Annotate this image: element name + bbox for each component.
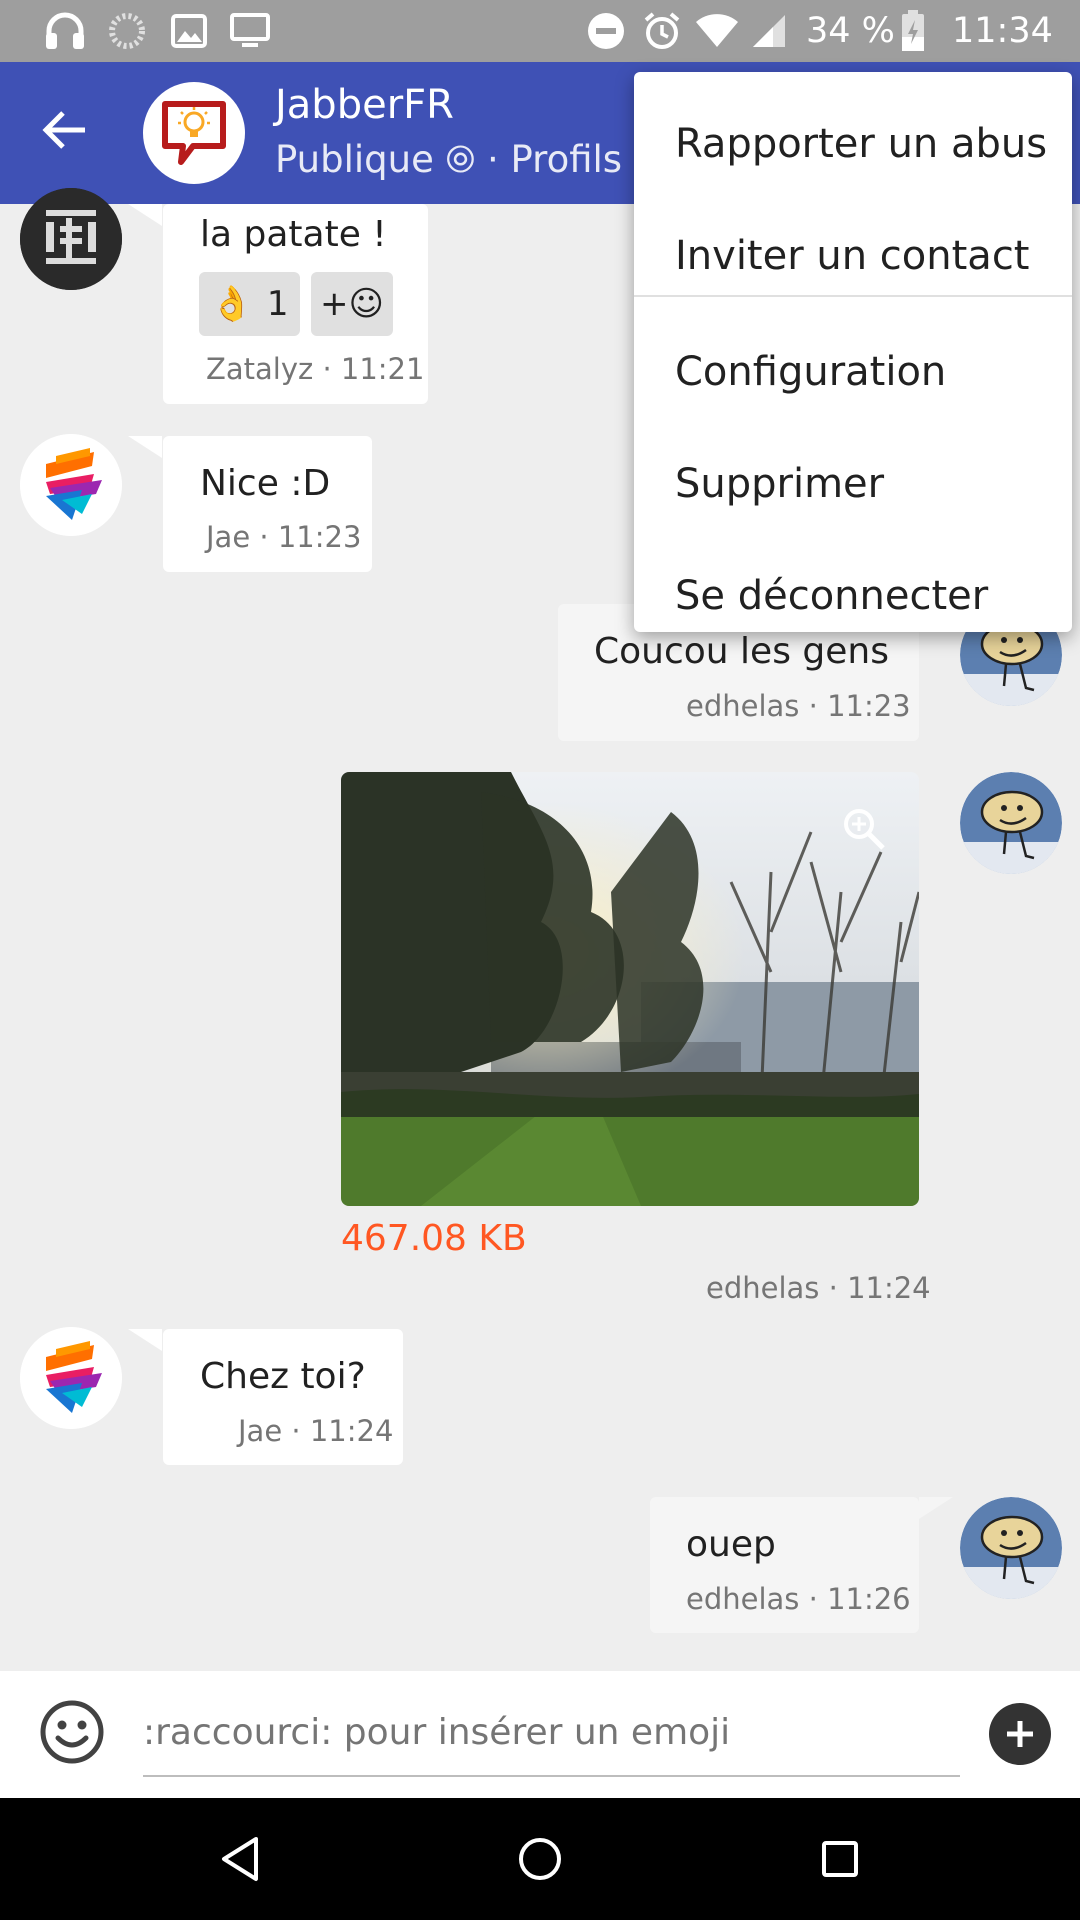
nav-home-button[interactable] [500, 1819, 580, 1899]
avatar-jae[interactable] [20, 1327, 122, 1429]
add-reaction-label: +☺ [320, 284, 384, 324]
message-text: la patate ! [200, 214, 387, 255]
avatar-edhelas[interactable] [960, 772, 1062, 874]
message-text: ouep [686, 1524, 776, 1565]
clock: 11:34 [952, 11, 1053, 51]
reaction-chip[interactable]: 👌 1 [199, 272, 300, 336]
bubble-tail [919, 1497, 953, 1519]
do-not-disturb-icon [585, 0, 627, 62]
message-text: Chez toi? [200, 1356, 366, 1397]
message-meta: Jae · 11:23 [206, 520, 362, 554]
message-input[interactable] [143, 1689, 960, 1777]
battery-icon [898, 0, 928, 62]
room-title: JabberFR [275, 82, 454, 128]
back-arrow-icon [41, 110, 87, 154]
signal-icon [748, 0, 790, 62]
ok-hand-emoji: 👌 [210, 284, 253, 324]
screen-cast-icon [225, 0, 275, 62]
bubble-tail [128, 436, 162, 458]
message-meta: edhelas · 11:24 [706, 1271, 931, 1305]
room-avatar[interactable] [143, 82, 245, 184]
menu-item-configuration[interactable]: Configuration [634, 317, 1072, 427]
message-meta: Zatalyz · 11:21 [206, 352, 425, 386]
room-subtitle: Publique ⦾ · Profils p [275, 138, 658, 181]
headphones-icon [40, 0, 90, 62]
message-meta: Jae · 11:24 [238, 1414, 394, 1448]
add-icon [1007, 1721, 1033, 1747]
bubble-tail [128, 1329, 162, 1351]
avatar-zatalyz[interactable] [20, 188, 122, 290]
zoom-icon[interactable] [841, 806, 887, 852]
room-logo-icon [162, 101, 226, 165]
add-reaction-button[interactable]: +☺ [311, 272, 393, 336]
loading-icon [105, 0, 149, 62]
battery-percentage: 34 % [806, 11, 895, 51]
bubble-tail [128, 204, 162, 226]
message-meta: edhelas · 11:26 [686, 1582, 911, 1616]
avatar-edhelas[interactable] [960, 1497, 1062, 1599]
nav-back-button[interactable] [200, 1819, 280, 1899]
menu-item-report-abuse[interactable]: Rapporter un abus [634, 89, 1072, 199]
file-size: 467.08 KB [341, 1218, 527, 1259]
shared-photo[interactable] [341, 772, 919, 1206]
add-attachment-button[interactable] [989, 1703, 1051, 1765]
emoji-icon [40, 1700, 104, 1764]
menu-item-delete[interactable]: Supprimer [634, 429, 1072, 539]
alarm-icon [640, 0, 684, 62]
message-composer [0, 1671, 1080, 1798]
status-bar: 34 % 11:34 [0, 0, 1080, 62]
message-text: Nice :D [200, 463, 331, 504]
message-meta: edhelas · 11:23 [686, 689, 911, 723]
overflow-menu: Rapporter un abus Inviter un contact Con… [634, 72, 1072, 632]
wifi-icon [695, 0, 739, 62]
image-icon [167, 0, 211, 62]
menu-item-logout[interactable]: Se déconnecter [634, 541, 1072, 651]
emoji-button[interactable] [37, 1697, 107, 1767]
menu-divider [634, 295, 1072, 297]
nav-home-icon [519, 1838, 561, 1880]
nav-recents-icon [822, 1841, 858, 1877]
nav-recents-button[interactable] [800, 1819, 880, 1899]
back-button[interactable] [24, 92, 104, 172]
navigation-bar [0, 1798, 1080, 1920]
nav-back-icon [222, 1837, 258, 1881]
avatar-jae[interactable] [20, 434, 122, 536]
reaction-count: 1 [266, 284, 289, 324]
